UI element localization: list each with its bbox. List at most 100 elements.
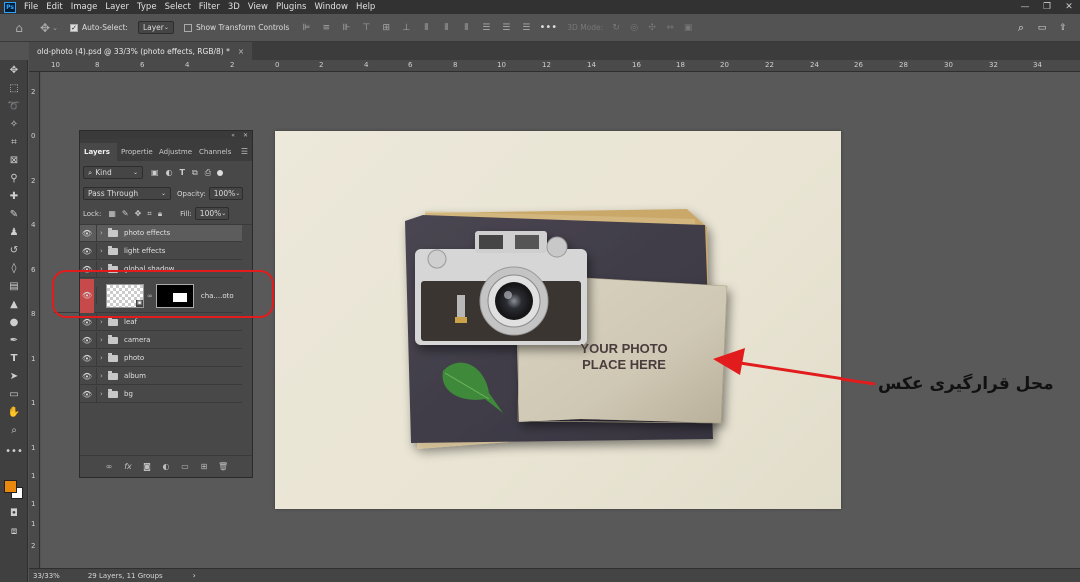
chevron-right-icon[interactable]: ›	[100, 318, 108, 326]
eye-icon[interactable]: 👁︎	[80, 390, 94, 399]
panel-menu-icon[interactable]: ☰	[241, 147, 248, 156]
chevron-right-icon[interactable]: ›	[100, 229, 108, 237]
new-layer-icon[interactable]: ⊞	[199, 462, 209, 471]
layer-row[interactable]: 👁︎ › album	[80, 367, 242, 385]
align-top-icon[interactable]: ⊤	[361, 23, 371, 33]
document-canvas[interactable]: YOUR PHOTO PLACE HERE	[275, 131, 871, 509]
align-bottom-icon[interactable]: ⊥	[401, 23, 411, 33]
close-panel-icon[interactable]: ✕	[243, 132, 248, 139]
adjustment-layer-icon[interactable]: ◐	[161, 462, 171, 471]
quick-mask-icon[interactable]: ◘	[7, 506, 21, 520]
align-left-icon[interactable]: ⊫	[301, 23, 311, 33]
menu-image[interactable]: Image	[71, 2, 98, 12]
more-options-icon[interactable]: •••	[539, 22, 557, 33]
chevron-right-icon[interactable]: ›	[100, 354, 108, 362]
3d-roll-icon[interactable]: ◎	[629, 23, 639, 33]
minimize-icon[interactable]: —	[1014, 0, 1036, 14]
layer-row[interactable]: 👁︎ › camera	[80, 331, 242, 349]
history-brush-icon[interactable]: ↺	[7, 243, 21, 257]
3d-scale-icon[interactable]: ▣	[683, 23, 693, 33]
filter-pixel-icon[interactable]: ▣	[151, 168, 159, 177]
add-mask-icon[interactable]: ◙	[142, 462, 152, 471]
fill-field[interactable]: 100% ⌄	[194, 207, 229, 220]
align-middle-icon[interactable]: ⊞	[381, 23, 391, 33]
document-tab[interactable]: old-photo (4).psd @ 33/3% (photo effects…	[29, 42, 253, 60]
close-tab-icon[interactable]: ×	[238, 47, 244, 56]
lock-all-icon[interactable]: 🔒︎	[158, 209, 162, 219]
menu-window[interactable]: Window	[314, 2, 348, 12]
gradient-tool-icon[interactable]: ▤	[7, 279, 21, 293]
3d-rotate-icon[interactable]: ↻	[611, 23, 621, 33]
magic-wand-icon[interactable]: ✧	[7, 117, 21, 131]
path-selection-icon[interactable]: ➤	[7, 369, 21, 383]
trash-icon[interactable]: 🗑︎	[218, 462, 228, 471]
distribute-top-icon[interactable]: ☰	[481, 23, 491, 33]
foreground-color-swatch[interactable]	[4, 480, 17, 493]
distribute-middle-icon[interactable]: ☰	[501, 23, 511, 33]
auto-select-target-dropdown[interactable]: Layer ⌄	[137, 21, 174, 34]
eye-icon[interactable]: 👁︎	[80, 247, 94, 256]
brush-tool-icon[interactable]: ✎	[7, 207, 21, 221]
3d-pan-icon[interactable]: ✣	[647, 23, 657, 33]
menu-plugins[interactable]: Plugins	[276, 2, 306, 12]
layer-row[interactable]: 👁︎ › photo	[80, 349, 242, 367]
search-icon[interactable]: ⌕	[1016, 21, 1026, 34]
eyedropper-icon[interactable]: ⚲	[7, 171, 21, 185]
eye-icon[interactable]: 👁︎	[80, 291, 94, 300]
menu-select[interactable]: Select	[165, 2, 191, 12]
chevron-right-icon[interactable]: ›	[100, 336, 108, 344]
3d-slide-icon[interactable]: ⇔	[665, 23, 675, 33]
close-window-icon[interactable]: ✕	[1058, 0, 1080, 14]
filter-shape-icon[interactable]: ⧉	[192, 168, 198, 178]
filter-kind-dropdown[interactable]: ⌕ Kind ⌄	[83, 166, 143, 179]
menu-help[interactable]: Help	[356, 2, 375, 12]
clone-stamp-icon[interactable]: ♟	[7, 225, 21, 239]
pen-tool-icon[interactable]: ✒	[7, 333, 21, 347]
zoom-level[interactable]: 33/33%	[33, 572, 60, 580]
menu-layer[interactable]: Layer	[105, 2, 129, 12]
chevron-down-icon[interactable]: ⌄	[50, 23, 60, 33]
menu-file[interactable]: File	[24, 2, 38, 12]
type-tool-icon[interactable]: T	[7, 351, 21, 365]
share-icon[interactable]: ⇪	[1058, 23, 1068, 33]
distribute-bottom-icon[interactable]: ☰	[521, 23, 531, 33]
layer-row[interactable]: 👁︎ › bg	[80, 385, 242, 403]
lock-transparent-icon[interactable]: ▦	[108, 209, 116, 218]
filter-smart-icon[interactable]: ⎙	[205, 168, 211, 178]
lasso-tool-icon[interactable]: ➰	[7, 99, 21, 113]
show-transform-checkbox[interactable]	[183, 23, 192, 32]
lock-position-icon[interactable]: ✥	[135, 209, 142, 218]
hand-tool-icon[interactable]: ✋	[7, 405, 21, 419]
eye-icon[interactable]: 👁︎	[80, 354, 94, 363]
home-icon[interactable]: ⌂	[14, 21, 24, 35]
link-layers-icon[interactable]: ∞	[104, 462, 114, 471]
chevron-right-icon[interactable]: ›	[100, 372, 108, 380]
menu-filter[interactable]: Filter	[199, 2, 220, 12]
lock-image-icon[interactable]: ✎	[122, 209, 129, 218]
filter-type-icon[interactable]: T	[180, 168, 185, 177]
frame-tool-icon[interactable]: ⊠	[7, 153, 21, 167]
marquee-tool-icon[interactable]: ⬚	[7, 81, 21, 95]
eye-icon[interactable]: 👁︎	[80, 318, 94, 327]
rectangle-tool-icon[interactable]: ▭	[7, 387, 21, 401]
chevron-right-icon[interactable]: ›	[100, 247, 108, 255]
new-group-icon[interactable]: ▭	[180, 462, 190, 471]
screen-mode-icon[interactable]: ⧈	[7, 524, 21, 538]
distribute-center-icon[interactable]: ⦀	[441, 23, 451, 33]
more-tools-icon[interactable]: •••	[5, 444, 23, 458]
chevron-right-icon[interactable]: ›	[100, 390, 108, 398]
blur-tool-icon[interactable]: ▲	[7, 297, 21, 311]
auto-select-checkbox[interactable]: ✓	[70, 23, 78, 32]
align-right-icon[interactable]: ⊪	[341, 23, 351, 33]
collapse-icon[interactable]: «	[231, 132, 235, 139]
dodge-tool-icon[interactable]: ●	[7, 315, 21, 329]
tab-channels[interactable]: Channels	[195, 143, 233, 161]
eye-icon[interactable]: 👁︎	[80, 229, 94, 238]
distribute-left-icon[interactable]: ⦀	[421, 23, 431, 33]
healing-brush-icon[interactable]: ✚	[7, 189, 21, 203]
filter-toggle-icon[interactable]	[217, 169, 224, 176]
menu-view[interactable]: View	[248, 2, 268, 12]
tab-adjustments[interactable]: Adjustme	[155, 143, 195, 161]
align-center-icon[interactable]: ≡	[321, 23, 331, 33]
menu-3d[interactable]: 3D	[228, 2, 240, 12]
